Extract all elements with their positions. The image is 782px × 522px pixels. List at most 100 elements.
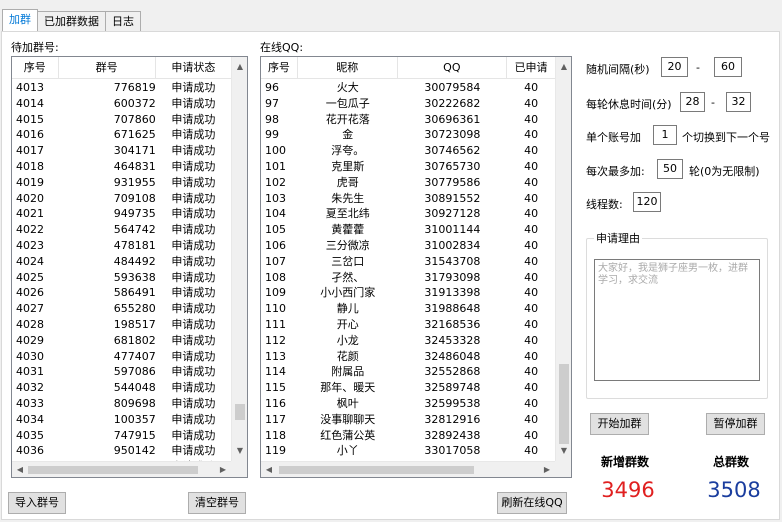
threads-input[interactable]: 120 <box>633 192 661 212</box>
table-row[interactable]: 106 三分微凉 31002834 40 <box>261 238 555 254</box>
online-list-hscroll[interactable]: ◀ ▶ <box>261 461 555 477</box>
table-row[interactable]: 4033 809698 申请成功 <box>12 396 231 412</box>
interval-min-input[interactable]: 20 <box>661 57 688 77</box>
table-row[interactable]: 118 红色蒲公英 32892438 40 <box>261 428 555 444</box>
table-row[interactable]: 4014 600372 申请成功 <box>12 96 231 112</box>
table-cell: 克里斯 <box>331 159 365 173</box>
scroll-left-icon[interactable]: ◀ <box>261 462 277 477</box>
table-row[interactable]: 102 虎哥 30779586 40 <box>261 175 555 191</box>
scroll-thumb[interactable] <box>559 364 569 444</box>
table-cell: 106 <box>265 238 286 252</box>
table-row[interactable]: 4019 931955 申请成功 <box>12 175 231 191</box>
switch-count-input[interactable]: 1 <box>653 125 677 145</box>
table-row[interactable]: 104 夏至北纬 30927128 40 <box>261 206 555 222</box>
col-group-number[interactable]: 群号 <box>59 57 156 79</box>
table-row[interactable]: 114 附属品 32552868 40 <box>261 364 555 380</box>
table-row[interactable]: 4015 707860 申请成功 <box>12 112 231 128</box>
table-row[interactable]: 4036 950142 申请成功 <box>12 443 231 459</box>
table-row[interactable]: 103 朱先生 30891552 40 <box>261 191 555 207</box>
online-list-vscroll[interactable]: ▲ ▼ <box>555 57 571 461</box>
table-row[interactable]: 4021 949735 申请成功 <box>12 206 231 222</box>
table-cell: 4023 <box>16 238 44 252</box>
table-row[interactable]: 4027 655280 申请成功 <box>12 301 231 317</box>
table-row[interactable]: 116 枫叶 32599538 40 <box>261 396 555 412</box>
col-apply-status[interactable]: 申请状态 <box>156 57 231 79</box>
max-rounds-input[interactable]: 50 <box>657 159 683 179</box>
table-row[interactable]: 100 浮夸。 30746562 40 <box>261 143 555 159</box>
table-row[interactable]: 101 克里斯 30765730 40 <box>261 159 555 175</box>
pending-list-hscroll[interactable]: ◀ ▶ <box>12 461 231 477</box>
scroll-right-icon[interactable]: ▶ <box>215 462 231 477</box>
import-groups-button[interactable]: 导入群号 <box>8 492 66 514</box>
table-row[interactable]: 111 开心 32168536 40 <box>261 317 555 333</box>
table-cell: 4031 <box>16 365 44 379</box>
scroll-up-icon[interactable]: ▲ <box>232 59 247 75</box>
col-qq[interactable]: QQ <box>398 57 508 79</box>
scroll-right-icon[interactable]: ▶ <box>539 462 555 477</box>
table-row[interactable]: 4024 484492 申请成功 <box>12 254 231 270</box>
table-row[interactable]: 110 静儿 31988648 40 <box>261 301 555 317</box>
table-row[interactable]: 105 黄藿藿 31001144 40 <box>261 222 555 238</box>
start-add-button[interactable]: 开始加群 <box>590 413 649 435</box>
reason-textarea[interactable]: 大家好，我是狮子座男一枚，进群学习，求交流 <box>594 259 760 381</box>
tab-log[interactable]: 日志 <box>105 11 141 31</box>
table-row[interactable]: 97 一包瓜子 30222682 40 <box>261 96 555 112</box>
table-row[interactable]: 117 没事聊聊天 32812916 40 <box>261 412 555 428</box>
table-cell: 114 <box>265 365 286 379</box>
table-row[interactable]: 4034 100357 申请成功 <box>12 412 231 428</box>
table-row[interactable]: 4016 671625 申请成功 <box>12 127 231 143</box>
table-cell: 30222682 <box>424 96 481 110</box>
table-cell: 申请成功 <box>171 381 216 395</box>
col-nickname[interactable]: 昵称 <box>298 57 398 79</box>
table-row[interactable]: 115 那年、暖天 32589748 40 <box>261 380 555 396</box>
table-row[interactable]: 4032 544048 申请成功 <box>12 380 231 396</box>
table-row[interactable]: 4026 586491 申请成功 <box>12 285 231 301</box>
col-applied[interactable]: 已申请 <box>507 57 555 79</box>
table-row[interactable]: 4028 198517 申请成功 <box>12 317 231 333</box>
table-cell: 115 <box>265 381 286 395</box>
table-row[interactable]: 98 花开花落 30696361 40 <box>261 112 555 128</box>
rest-min-input[interactable]: 28 <box>680 92 705 112</box>
scroll-down-icon[interactable]: ▼ <box>556 443 571 459</box>
col-index[interactable]: 序号 <box>261 57 298 79</box>
table-row[interactable]: 4029 681802 申请成功 <box>12 333 231 349</box>
table-row[interactable]: 4030 477407 申请成功 <box>12 349 231 365</box>
pending-list-vscroll[interactable]: ▲ ▼ <box>231 57 247 461</box>
online-qq-list[interactable]: 序号 昵称 QQ 已申请 96 火大 30079584 40 97 一包瓜子 3022268… <box>260 56 572 478</box>
table-row[interactable]: 112 小龙 32453328 40 <box>261 333 555 349</box>
table-row[interactable]: 107 三岔口 31543708 40 <box>261 254 555 270</box>
table-row[interactable]: 99 金 30723098 40 <box>261 127 555 143</box>
rest-max-input[interactable]: 32 <box>726 92 751 112</box>
table-row[interactable]: 4017 304171 申请成功 <box>12 143 231 159</box>
interval-max-input[interactable]: 60 <box>714 57 742 77</box>
table-cell: 40 <box>524 333 539 347</box>
scroll-thumb[interactable] <box>235 404 245 420</box>
scroll-thumb[interactable] <box>279 466 474 474</box>
scroll-thumb[interactable] <box>28 466 198 474</box>
table-row[interactable]: 109 小小西门家 31913398 40 <box>261 285 555 301</box>
table-row[interactable]: 108 孑然、 31793098 40 <box>261 270 555 286</box>
table-row[interactable]: 96 火大 30079584 40 <box>261 80 555 96</box>
pending-groups-list[interactable]: 序号 群号 申请状态 4013 776819 申请成功 4014 600372 申请成功 4… <box>11 56 248 478</box>
table-row[interactable]: 4018 464831 申请成功 <box>12 159 231 175</box>
table-row[interactable]: 119 小丫 33017058 40 <box>261 443 555 459</box>
clear-groups-button[interactable]: 清空群号 <box>188 492 246 514</box>
table-row[interactable]: 4023 478181 申请成功 <box>12 238 231 254</box>
table-row[interactable]: 4031 597086 申请成功 <box>12 364 231 380</box>
scroll-left-icon[interactable]: ◀ <box>12 462 28 477</box>
scroll-down-icon[interactable]: ▼ <box>232 443 247 459</box>
table-row[interactable]: 113 花颜 32486048 40 <box>261 349 555 365</box>
table-row[interactable]: 4035 747915 申请成功 <box>12 428 231 444</box>
table-row[interactable]: 4013 776819 申请成功 <box>12 80 231 96</box>
refresh-online-qq-button[interactable]: 刷新在线QQ <box>497 492 567 514</box>
table-cell: 孑然、 <box>331 270 365 284</box>
pause-add-button[interactable]: 暂停加群 <box>706 413 765 435</box>
table-cell: 申请成功 <box>171 317 216 331</box>
table-row[interactable]: 4022 564742 申请成功 <box>12 222 231 238</box>
tab-added-data[interactable]: 已加群数据 <box>37 11 106 31</box>
table-row[interactable]: 4025 593638 申请成功 <box>12 270 231 286</box>
table-row[interactable]: 4020 709108 申请成功 <box>12 191 231 207</box>
tab-add-group[interactable]: 加群 <box>2 9 38 31</box>
scroll-up-icon[interactable]: ▲ <box>556 59 571 75</box>
col-index[interactable]: 序号 <box>12 57 59 79</box>
